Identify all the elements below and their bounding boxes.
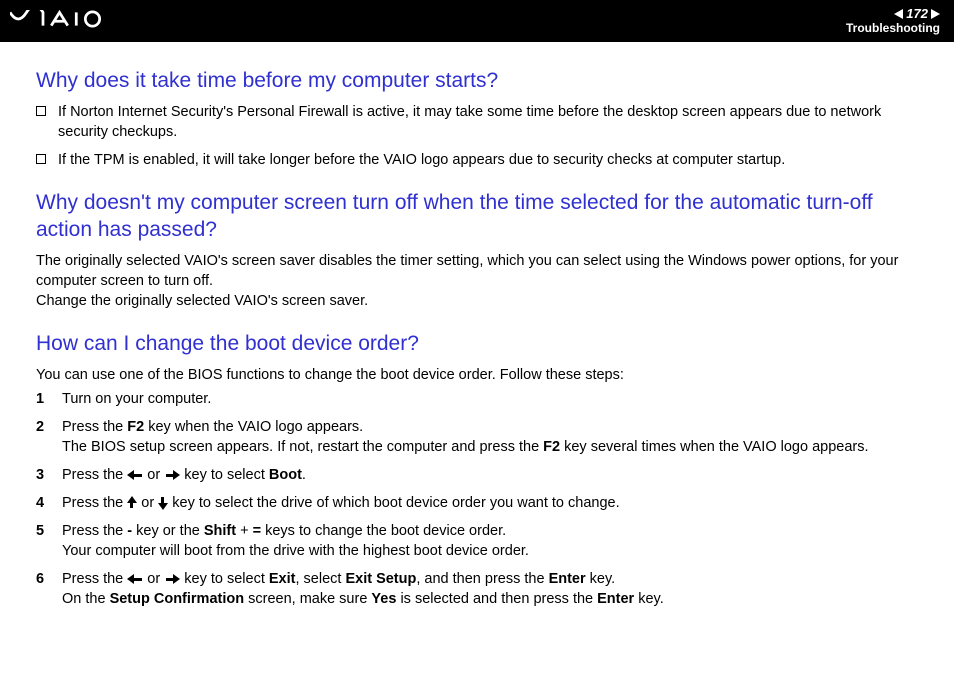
square-bullet-icon (36, 106, 46, 116)
prev-page-icon[interactable] (894, 9, 903, 19)
arrow-down-icon (158, 496, 168, 510)
arrow-up-icon (127, 496, 137, 510)
step-number: 4 (36, 493, 50, 513)
step-item: 1 Turn on your computer. (36, 389, 918, 409)
step-text: Press the - key or the Shift + = keys to… (62, 521, 918, 561)
step-item: 4 Press the or key to select the drive o… (36, 493, 918, 513)
arrow-left-icon (127, 470, 143, 480)
step-text: Press the F2 key when the VAIO logo appe… (62, 417, 918, 457)
step-text: Press the or key to select the drive of … (62, 493, 918, 513)
step-text: Press the or key to select Exit, select … (62, 569, 918, 609)
text: Change the originally selected VAIO's sc… (36, 293, 368, 309)
step-number: 1 (36, 389, 50, 409)
section-label: Troubleshooting (846, 22, 940, 36)
list-item-text: If the TPM is enabled, it will take long… (58, 150, 918, 170)
question-heading-1: Why does it take time before my computer… (36, 68, 918, 94)
header-bar: 172 Troubleshooting (0, 0, 954, 42)
text: The originally selected VAIO's screen sa… (36, 253, 898, 289)
arrow-right-icon (164, 574, 180, 584)
list-item: If Norton Internet Security's Personal F… (36, 102, 918, 142)
step-item: 2 Press the F2 key when the VAIO logo ap… (36, 417, 918, 457)
vaio-logo (10, 10, 120, 33)
intro-paragraph: You can use one of the BIOS functions to… (36, 365, 918, 385)
page-number: 172 (906, 7, 928, 22)
numbered-steps: 1 Turn on your computer. 2 Press the F2 … (36, 389, 918, 609)
step-item: 3 Press the or key to select Boot. (36, 465, 918, 485)
arrow-left-icon (127, 574, 143, 584)
bullet-list-1: If Norton Internet Security's Personal F… (36, 102, 918, 170)
step-item: 5 Press the - key or the Shift + = keys … (36, 521, 918, 561)
step-item: 6 Press the or key to select Exit, selec… (36, 569, 918, 609)
step-text: Press the or key to select Boot. (62, 465, 918, 485)
arrow-right-icon (164, 470, 180, 480)
page-content: Why does it take time before my computer… (0, 42, 954, 627)
list-item-text: If Norton Internet Security's Personal F… (58, 102, 918, 142)
next-page-icon[interactable] (931, 9, 940, 19)
step-number: 5 (36, 521, 50, 561)
step-number: 3 (36, 465, 50, 485)
square-bullet-icon (36, 154, 46, 164)
list-item: If the TPM is enabled, it will take long… (36, 150, 918, 170)
question-heading-3: How can I change the boot device order? (36, 331, 918, 357)
step-number: 6 (36, 569, 50, 609)
step-text: Turn on your computer. (62, 389, 918, 409)
question-heading-2: Why doesn't my computer screen turn off … (36, 190, 918, 243)
step-number: 2 (36, 417, 50, 457)
page-navigator: 172 (894, 7, 940, 22)
answer-paragraph: The originally selected VAIO's screen sa… (36, 251, 918, 311)
